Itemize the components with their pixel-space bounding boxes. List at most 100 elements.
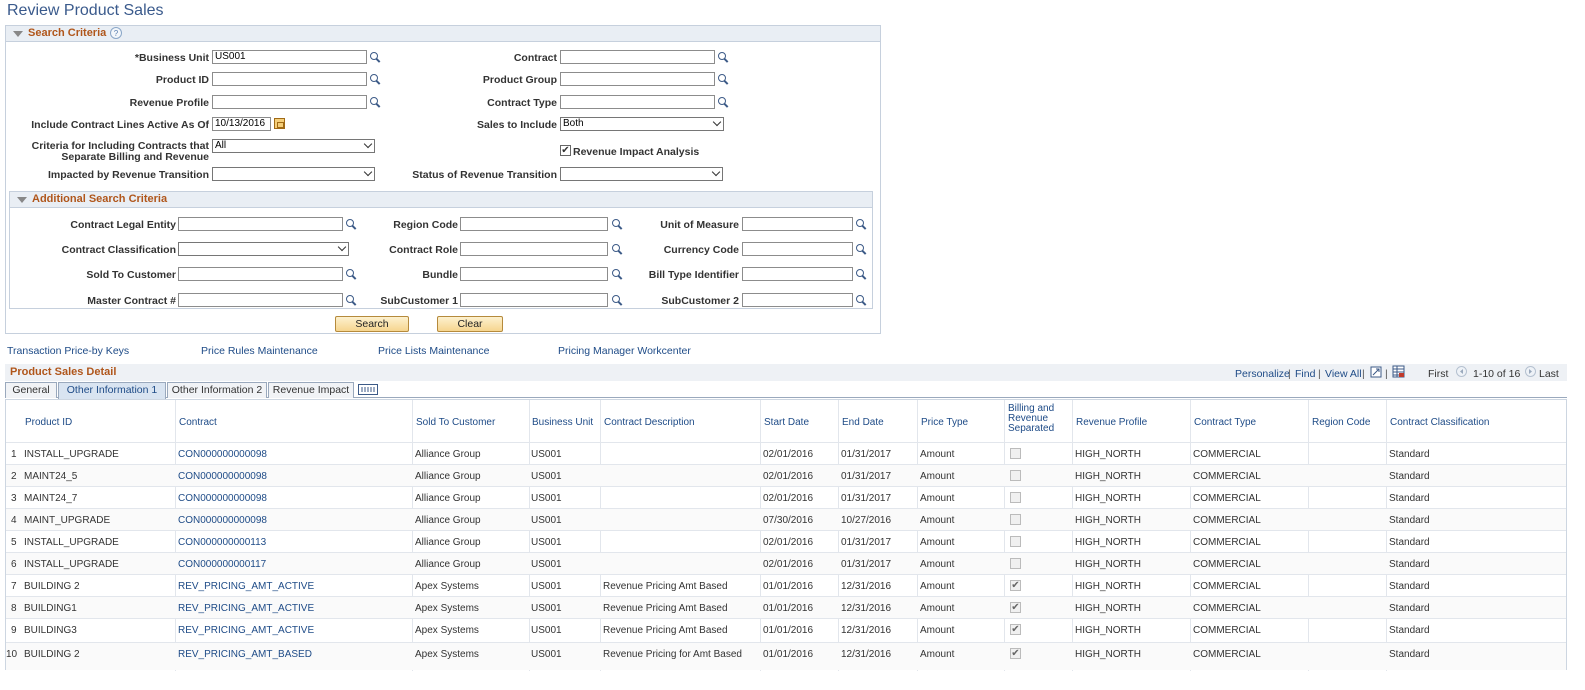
personalize-link[interactable]: Personalize (1235, 368, 1290, 380)
col-end-date[interactable]: End Date (840, 400, 914, 442)
price-rules-maintenance-link[interactable]: Price Rules Maintenance (201, 345, 318, 357)
col-contract-classification[interactable]: Contract Classification (1388, 400, 1558, 442)
revenue-impact-checkbox[interactable]: ✔ (560, 145, 571, 156)
find-link[interactable]: Find (1295, 368, 1315, 380)
criteria-separate-select[interactable]: All (212, 139, 375, 153)
cell-contract-link[interactable]: REV_PRICING_AMT_BASED (178, 649, 312, 660)
contract-classification-select[interactable] (178, 242, 349, 256)
unit-of-measure-lookup-icon[interactable] (855, 218, 867, 230)
clear-button[interactable]: Clear (437, 316, 503, 332)
subcustomer1-lookup-icon[interactable] (611, 294, 623, 306)
sales-to-include-select[interactable]: Both (560, 117, 724, 131)
impacted-by-select[interactable] (212, 167, 375, 181)
col-contract[interactable]: Contract (177, 400, 407, 442)
cell-revenue-profile: HIGH_NORTH (1075, 649, 1141, 660)
product-id-lookup-icon[interactable] (369, 73, 381, 85)
col-sold-to-customer[interactable]: Sold To Customer (414, 400, 524, 442)
contract-role-label: Contract Role (389, 244, 458, 256)
cell-contract-link[interactable]: CON000000000113 (178, 537, 266, 548)
master-contract-lookup-icon[interactable] (345, 294, 357, 306)
cell-revenue-profile: HIGH_NORTH (1075, 493, 1141, 504)
product-group-input[interactable] (560, 72, 715, 86)
cell-contract-link[interactable]: CON000000000098 (178, 493, 267, 504)
zoom-icon[interactable] (1370, 366, 1382, 378)
next-page-icon[interactable] (1525, 366, 1536, 377)
contract-legal-entity-input[interactable] (178, 217, 343, 231)
cell-contract-link[interactable]: REV_PRICING_AMT_ACTIVE (178, 625, 314, 636)
row-number: 10 (6, 649, 18, 660)
tab-other-information-1[interactable]: Other Information 1 (58, 382, 166, 399)
currency-code-lookup-icon[interactable] (855, 243, 867, 255)
collapse-triangle-icon[interactable] (13, 31, 23, 37)
contract-role-lookup-icon[interactable] (611, 243, 623, 255)
pricing-manager-workcenter-link[interactable]: Pricing Manager Workcenter (558, 345, 691, 357)
tab-general[interactable]: General (5, 382, 57, 398)
bundle-input[interactable] (460, 267, 608, 281)
chevron-down-icon (363, 139, 373, 149)
download-grid-icon[interactable] (1392, 365, 1405, 378)
contract-input[interactable] (560, 50, 715, 64)
subcustomer2-input[interactable] (742, 293, 853, 307)
bundle-lookup-icon[interactable] (611, 268, 623, 280)
col-start-date[interactable]: Start Date (762, 400, 836, 442)
additional-criteria-header[interactable]: Additional Search Criteria (10, 192, 872, 208)
business-unit-lookup-icon[interactable] (369, 51, 381, 63)
col-business-unit[interactable]: Business Unit (530, 400, 598, 442)
bill-type-identifier-input[interactable] (742, 267, 853, 281)
tab-revenue-impact[interactable]: Revenue Impact (268, 382, 354, 398)
cell-contract-type: COMMERCIAL (1193, 649, 1261, 660)
master-contract-input[interactable] (178, 293, 343, 307)
view-all-link[interactable]: View All (1325, 368, 1362, 380)
row-number: 6 (11, 559, 17, 570)
active-as-of-date-input[interactable]: 10/13/2016 (212, 117, 271, 131)
revenue-profile-lookup-icon[interactable] (369, 96, 381, 108)
unit-of-measure-input[interactable] (742, 217, 853, 231)
cell-contract-link[interactable]: CON000000000117 (178, 559, 266, 570)
col-billing-revenue-separated[interactable]: Billing and Revenue Separated (1006, 400, 1070, 442)
tab-other-information-2[interactable]: Other Information 2 (167, 382, 267, 398)
cell-contract-link[interactable]: CON000000000098 (178, 449, 267, 460)
contract-legal-entity-lookup-icon[interactable] (345, 218, 357, 230)
col-price-type[interactable]: Price Type (919, 400, 999, 442)
col-region-code[interactable]: Region Code (1310, 400, 1384, 442)
product-id-input[interactable] (212, 72, 367, 86)
col-contract-type[interactable]: Contract Type (1192, 400, 1306, 442)
chevron-down-icon (363, 167, 373, 177)
col-revenue-profile[interactable]: Revenue Profile (1074, 400, 1188, 442)
show-all-columns-icon[interactable] (358, 384, 378, 395)
contract-type-input[interactable] (560, 95, 715, 109)
col-product-id[interactable]: Product ID (23, 400, 173, 442)
contract-role-input[interactable] (460, 242, 608, 256)
cell-end-date: 10/27/2016 (841, 515, 892, 526)
cell-contract-link[interactable]: REV_PRICING_AMT_ACTIVE (178, 581, 314, 592)
search-criteria-header[interactable]: Search Criteria ? (6, 26, 880, 42)
region-code-lookup-icon[interactable] (611, 218, 623, 230)
price-lists-maintenance-link[interactable]: Price Lists Maintenance (378, 345, 489, 357)
subcustomer2-lookup-icon[interactable] (855, 294, 867, 306)
cell-contract-description: Revenue Pricing Amt Based (603, 581, 728, 592)
calendar-icon[interactable] (274, 118, 285, 129)
revenue-profile-input[interactable] (212, 95, 367, 109)
region-code-input[interactable] (460, 217, 608, 231)
cell-contract-link[interactable]: REV_PRICING_AMT_ACTIVE (178, 603, 314, 614)
bill-type-identifier-lookup-icon[interactable] (855, 268, 867, 280)
cell-sold-to-customer: Apex Systems (415, 603, 479, 614)
cell-contract-type: COMMERCIAL (1193, 603, 1261, 614)
business-unit-input[interactable]: US001 (212, 50, 367, 64)
currency-code-input[interactable] (742, 242, 853, 256)
help-icon[interactable]: ? (110, 27, 122, 39)
contract-type-lookup-icon[interactable] (717, 96, 729, 108)
collapse-triangle-icon[interactable] (17, 197, 27, 203)
search-button[interactable]: Search (335, 316, 409, 332)
product-group-lookup-icon[interactable] (717, 73, 729, 85)
sold-to-customer-input[interactable] (178, 267, 343, 281)
subcustomer1-input[interactable] (460, 293, 608, 307)
status-transition-select[interactable] (560, 167, 723, 181)
transaction-price-by-keys-link[interactable]: Transaction Price-by Keys (7, 345, 129, 357)
cell-contract-link[interactable]: CON000000000098 (178, 515, 267, 526)
contract-lookup-icon[interactable] (717, 51, 729, 63)
cell-contract-link[interactable]: CON000000000098 (178, 471, 267, 482)
col-contract-description[interactable]: Contract Description (602, 400, 757, 442)
sold-to-customer-lookup-icon[interactable] (345, 268, 357, 280)
previous-page-icon[interactable] (1456, 366, 1467, 377)
